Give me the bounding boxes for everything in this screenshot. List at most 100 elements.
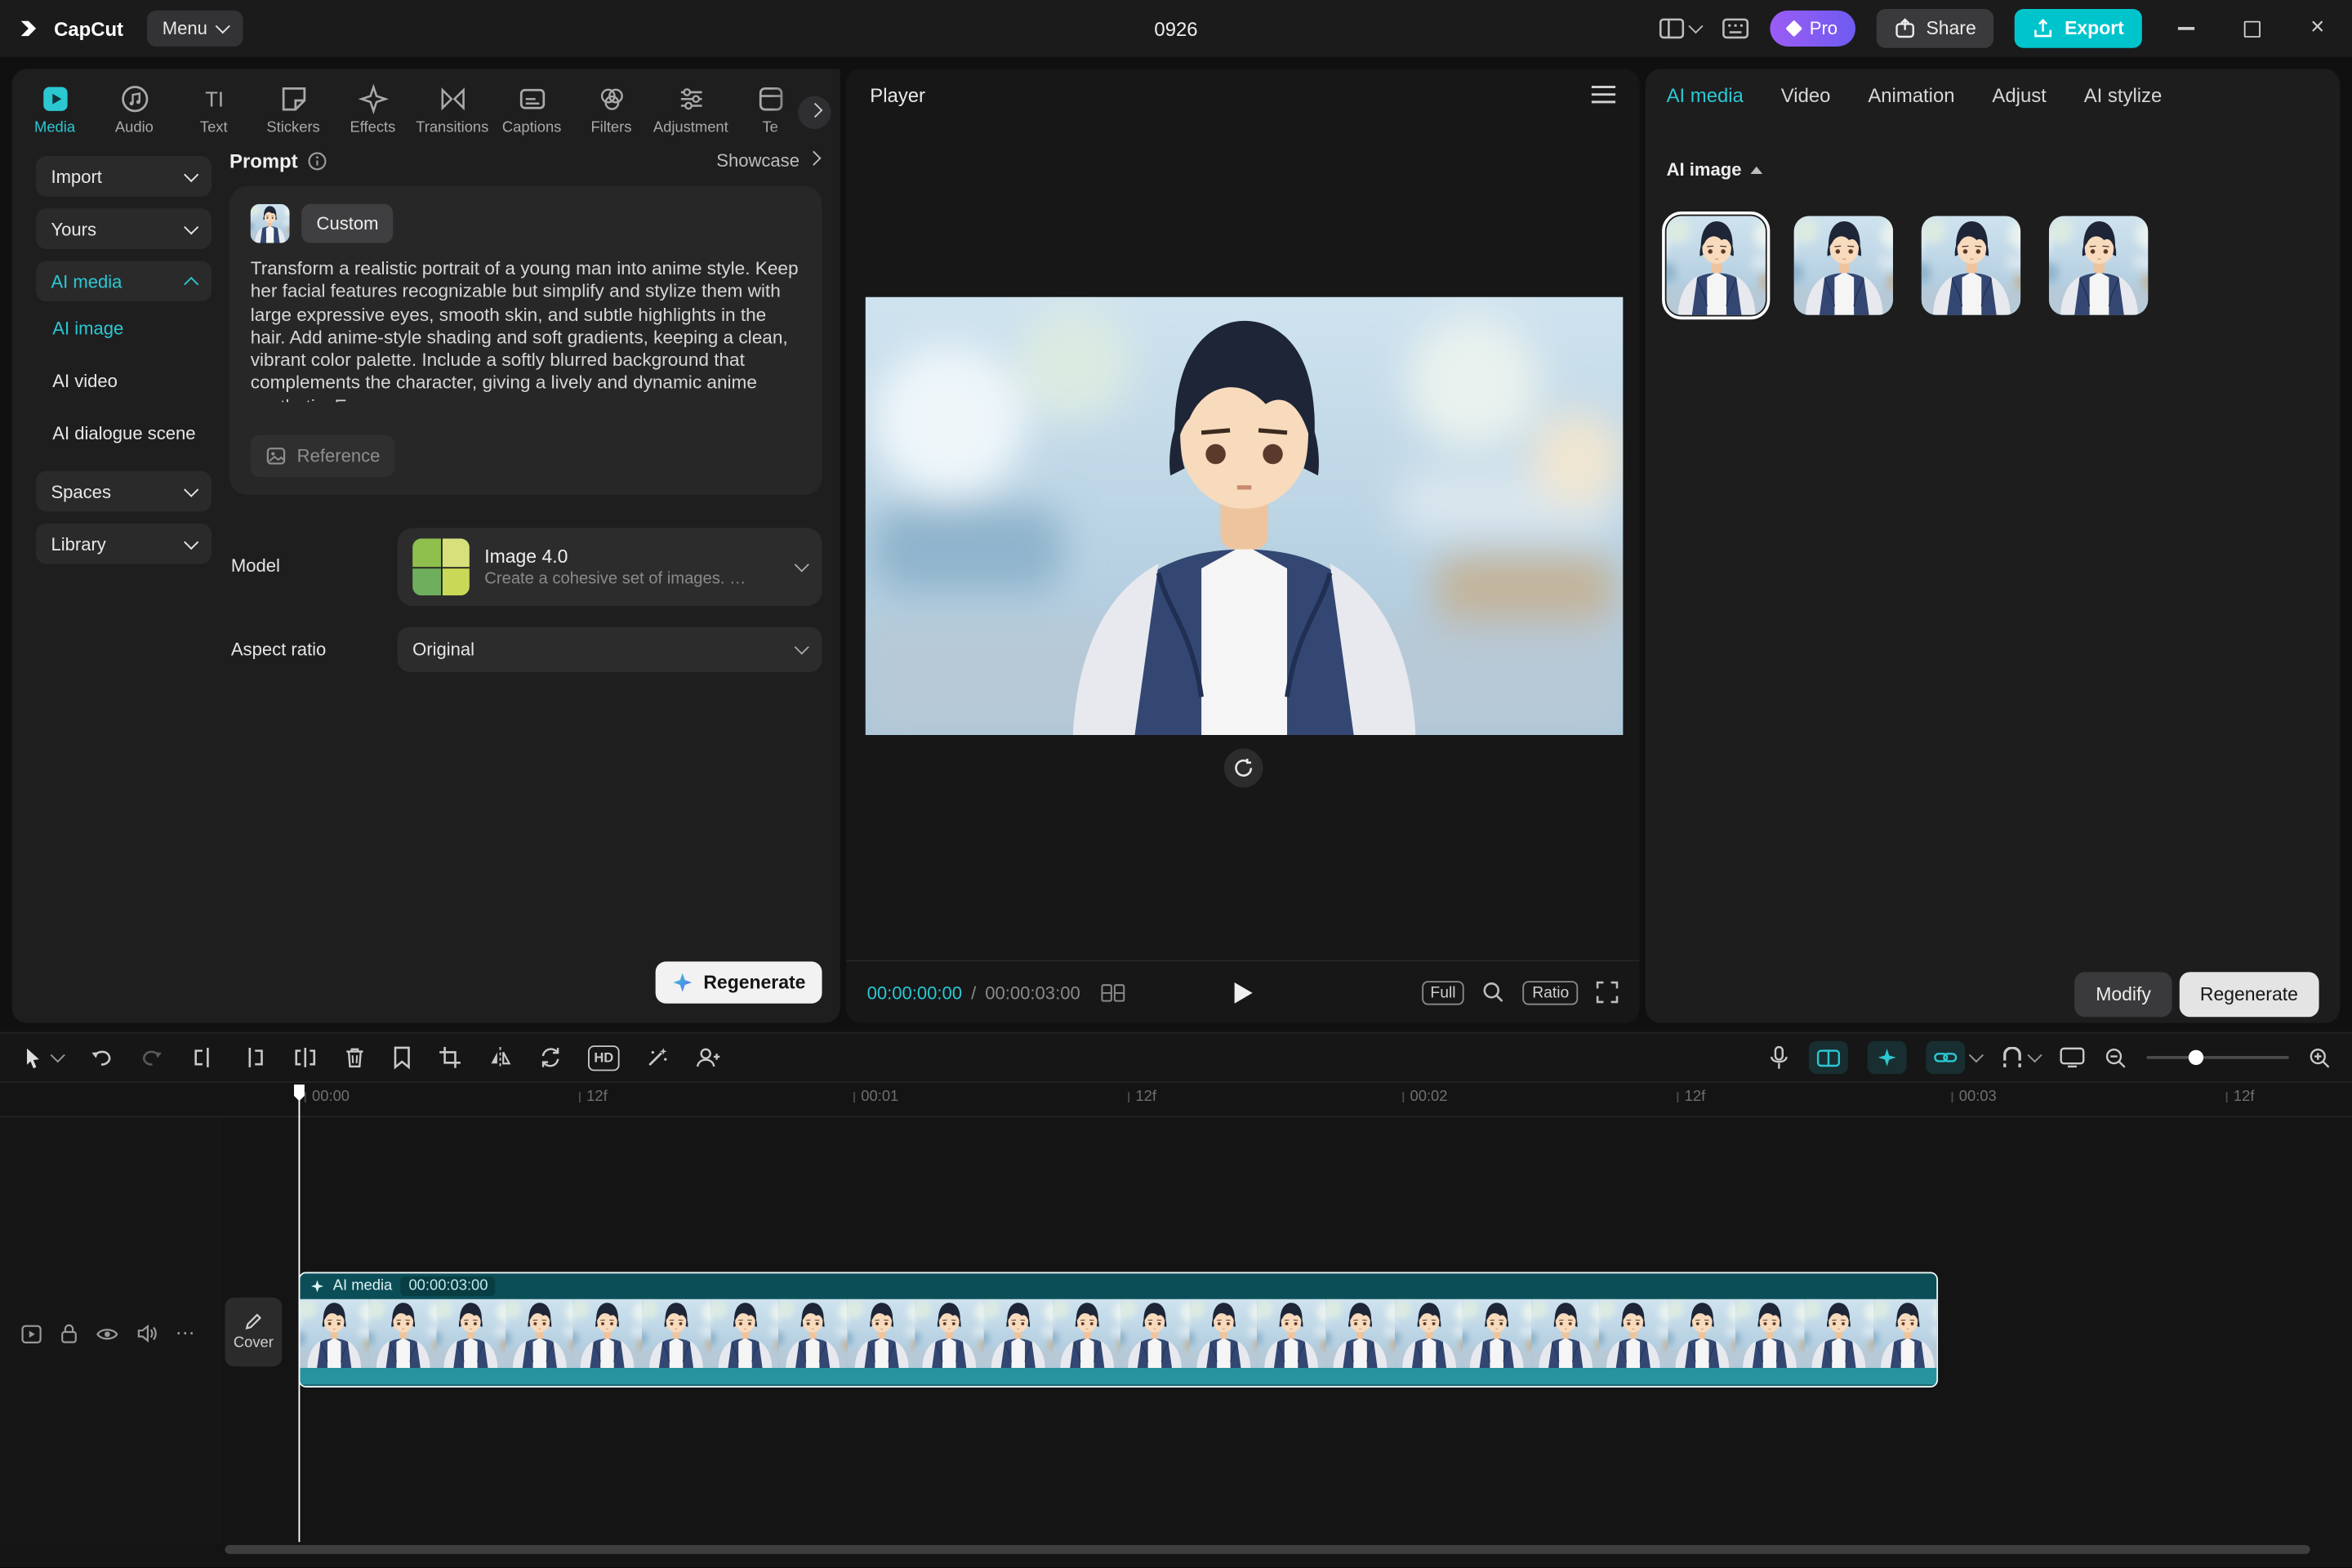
- smart-tools-toggle[interactable]: [1868, 1041, 1907, 1074]
- timeline-scrollbar[interactable]: [225, 1545, 2310, 1554]
- cover-button[interactable]: Cover: [225, 1298, 283, 1366]
- tab-audio[interactable]: Audio: [95, 78, 174, 157]
- sidebar-item-import[interactable]: Import: [36, 156, 212, 197]
- sidebar-item-spaces[interactable]: Spaces: [36, 471, 212, 512]
- tab-text[interactable]: TI Text: [174, 78, 253, 157]
- play-button[interactable]: [1232, 980, 1254, 1004]
- lock-icon[interactable]: [60, 1323, 78, 1344]
- tab-effects[interactable]: Effects: [333, 78, 412, 157]
- clip-frame: [1189, 1299, 1258, 1368]
- player-header: Player: [846, 69, 1640, 119]
- tab-transitions[interactable]: Transitions: [412, 78, 492, 157]
- tab-ai-stylize[interactable]: AI stylize: [2084, 83, 2163, 106]
- ai-image-section-header[interactable]: AI image: [1667, 159, 1763, 180]
- refresh-overlay-button[interactable]: [1224, 749, 1263, 788]
- modify-button[interactable]: Modify: [2075, 972, 2172, 1017]
- result-thumbnail-4[interactable]: [2049, 216, 2148, 314]
- menu-button[interactable]: Menu: [147, 11, 243, 47]
- clip-header: AI media 00:00:03:00: [300, 1273, 1936, 1298]
- aspect-ratio-select[interactable]: Original: [398, 627, 822, 672]
- timeline-zoom-slider[interactable]: [2146, 1056, 2288, 1059]
- tab-media[interactable]: Media: [15, 78, 94, 157]
- zoom-out-icon[interactable]: [2105, 1046, 2127, 1069]
- zoom-in-icon[interactable]: [2309, 1046, 2332, 1069]
- marker-icon[interactable]: [391, 1045, 412, 1069]
- track-preview-icon[interactable]: [21, 1324, 42, 1343]
- ratio-button[interactable]: Ratio: [1523, 980, 1578, 1004]
- mirror-icon[interactable]: [488, 1045, 513, 1069]
- chevron-down-icon[interactable]: [2027, 1048, 2042, 1062]
- tab-captions[interactable]: Captions: [492, 78, 571, 157]
- tab-filters[interactable]: Filters: [572, 78, 651, 157]
- speaker-icon[interactable]: [136, 1325, 158, 1343]
- select-tool-button[interactable]: [21, 1045, 63, 1070]
- share-button[interactable]: Share: [1877, 9, 1994, 48]
- delete-icon[interactable]: [344, 1045, 367, 1069]
- zoom-slider-handle[interactable]: [2189, 1050, 2203, 1065]
- sidebar-item-ai-media[interactable]: AI media: [36, 261, 212, 302]
- maximize-button[interactable]: [2229, 0, 2274, 57]
- tab-animation[interactable]: Animation: [1868, 83, 1954, 106]
- close-button[interactable]: ×: [2295, 0, 2340, 57]
- split-left-icon[interactable]: [190, 1045, 216, 1069]
- reference-button[interactable]: Reference: [251, 435, 395, 477]
- showcase-link[interactable]: Showcase: [716, 150, 819, 172]
- more-icon[interactable]: ⋯: [176, 1321, 197, 1345]
- result-thumbnail-2[interactable]: [1794, 216, 1893, 314]
- crop-icon[interactable]: [438, 1045, 461, 1069]
- sidebar-item-ai-dialogue-scene[interactable]: AI dialogue scene: [52, 423, 195, 444]
- tab-ai-media[interactable]: AI media: [1667, 83, 1744, 106]
- track-header: ⋯: [0, 1117, 222, 1544]
- sidebar-item-library[interactable]: Library: [36, 523, 212, 564]
- sidebar-item-yours[interactable]: Yours: [36, 208, 212, 249]
- frame-view-icon[interactable]: [1101, 983, 1125, 1001]
- chevron-down-icon: [184, 534, 198, 549]
- media-tab-strip: Media Audio TI Text Stickers Effects Tra…: [15, 78, 825, 157]
- replace-icon[interactable]: [538, 1045, 562, 1069]
- add-person-icon[interactable]: [694, 1045, 721, 1069]
- info-icon[interactable]: [307, 152, 327, 172]
- layout-switch-button[interactable]: [1659, 18, 1701, 39]
- shortcuts-button[interactable]: [1722, 18, 1749, 39]
- redo-icon[interactable]: [140, 1045, 165, 1069]
- split-icon[interactable]: [292, 1045, 318, 1069]
- model-select[interactable]: Image 4.0 Create a cohesive set of image…: [398, 528, 822, 607]
- tab-adjust[interactable]: Adjust: [1992, 83, 2046, 106]
- minimize-button[interactable]: [2163, 0, 2208, 57]
- tab-strip-expand-button[interactable]: [798, 96, 831, 129]
- magic-wand-icon[interactable]: [645, 1045, 669, 1069]
- eye-icon[interactable]: [96, 1325, 119, 1342]
- zoom-preview-icon[interactable]: [1483, 981, 1506, 1004]
- prompt-text[interactable]: Transform a realistic portrait of a youn…: [251, 258, 801, 402]
- timeline: 00:00 12f 00:01 12f 00:02 12f 00:03 12f …: [0, 1083, 2352, 1567]
- tab-stickers[interactable]: Stickers: [253, 78, 332, 157]
- link-clips-toggle[interactable]: [1926, 1041, 1965, 1074]
- timeline-clip[interactable]: AI media 00:00:03:00: [299, 1272, 1939, 1388]
- prompt-regenerate-button[interactable]: Regenerate: [656, 961, 822, 1003]
- player-menu-icon[interactable]: [1592, 86, 1615, 104]
- capcut-window: CapCut Menu 0926 Pro Share: [0, 0, 2352, 1567]
- voiceover-mic-icon[interactable]: [1769, 1045, 1790, 1070]
- hd-quality-button[interactable]: HD: [588, 1045, 620, 1070]
- custom-chip[interactable]: Custom: [301, 204, 394, 243]
- export-button[interactable]: Export: [2015, 9, 2141, 48]
- tab-video[interactable]: Video: [1781, 83, 1831, 106]
- preview-axis-icon[interactable]: [2060, 1047, 2085, 1068]
- full-preview-button[interactable]: Full: [1421, 980, 1464, 1004]
- result-thumbnail-3[interactable]: [1922, 216, 2020, 314]
- split-right-icon[interactable]: [242, 1045, 267, 1069]
- fullscreen-icon[interactable]: [1596, 981, 1619, 1004]
- result-thumbnail-1[interactable]: [1667, 216, 1766, 314]
- chevron-down-icon[interactable]: [1969, 1048, 1984, 1062]
- undo-icon[interactable]: [88, 1045, 114, 1069]
- sidebar-item-ai-video[interactable]: AI video: [52, 371, 118, 392]
- panel-regenerate-button[interactable]: Regenerate: [2179, 972, 2319, 1017]
- sidebar-item-ai-image[interactable]: AI image: [52, 318, 123, 339]
- auto-cut-toggle[interactable]: [1809, 1041, 1848, 1074]
- preview-image[interactable]: [866, 297, 1624, 735]
- tab-adjustment[interactable]: Adjustment: [651, 78, 730, 157]
- snapping-icon[interactable]: [2001, 1046, 2024, 1069]
- pro-badge[interactable]: Pro: [1771, 11, 1855, 47]
- timeline-ruler[interactable]: 00:00 12f 00:01 12f 00:02 12f 00:03 12f: [0, 1083, 2352, 1117]
- prompt-input-box[interactable]: Custom Transform a realistic portrait of…: [229, 186, 822, 495]
